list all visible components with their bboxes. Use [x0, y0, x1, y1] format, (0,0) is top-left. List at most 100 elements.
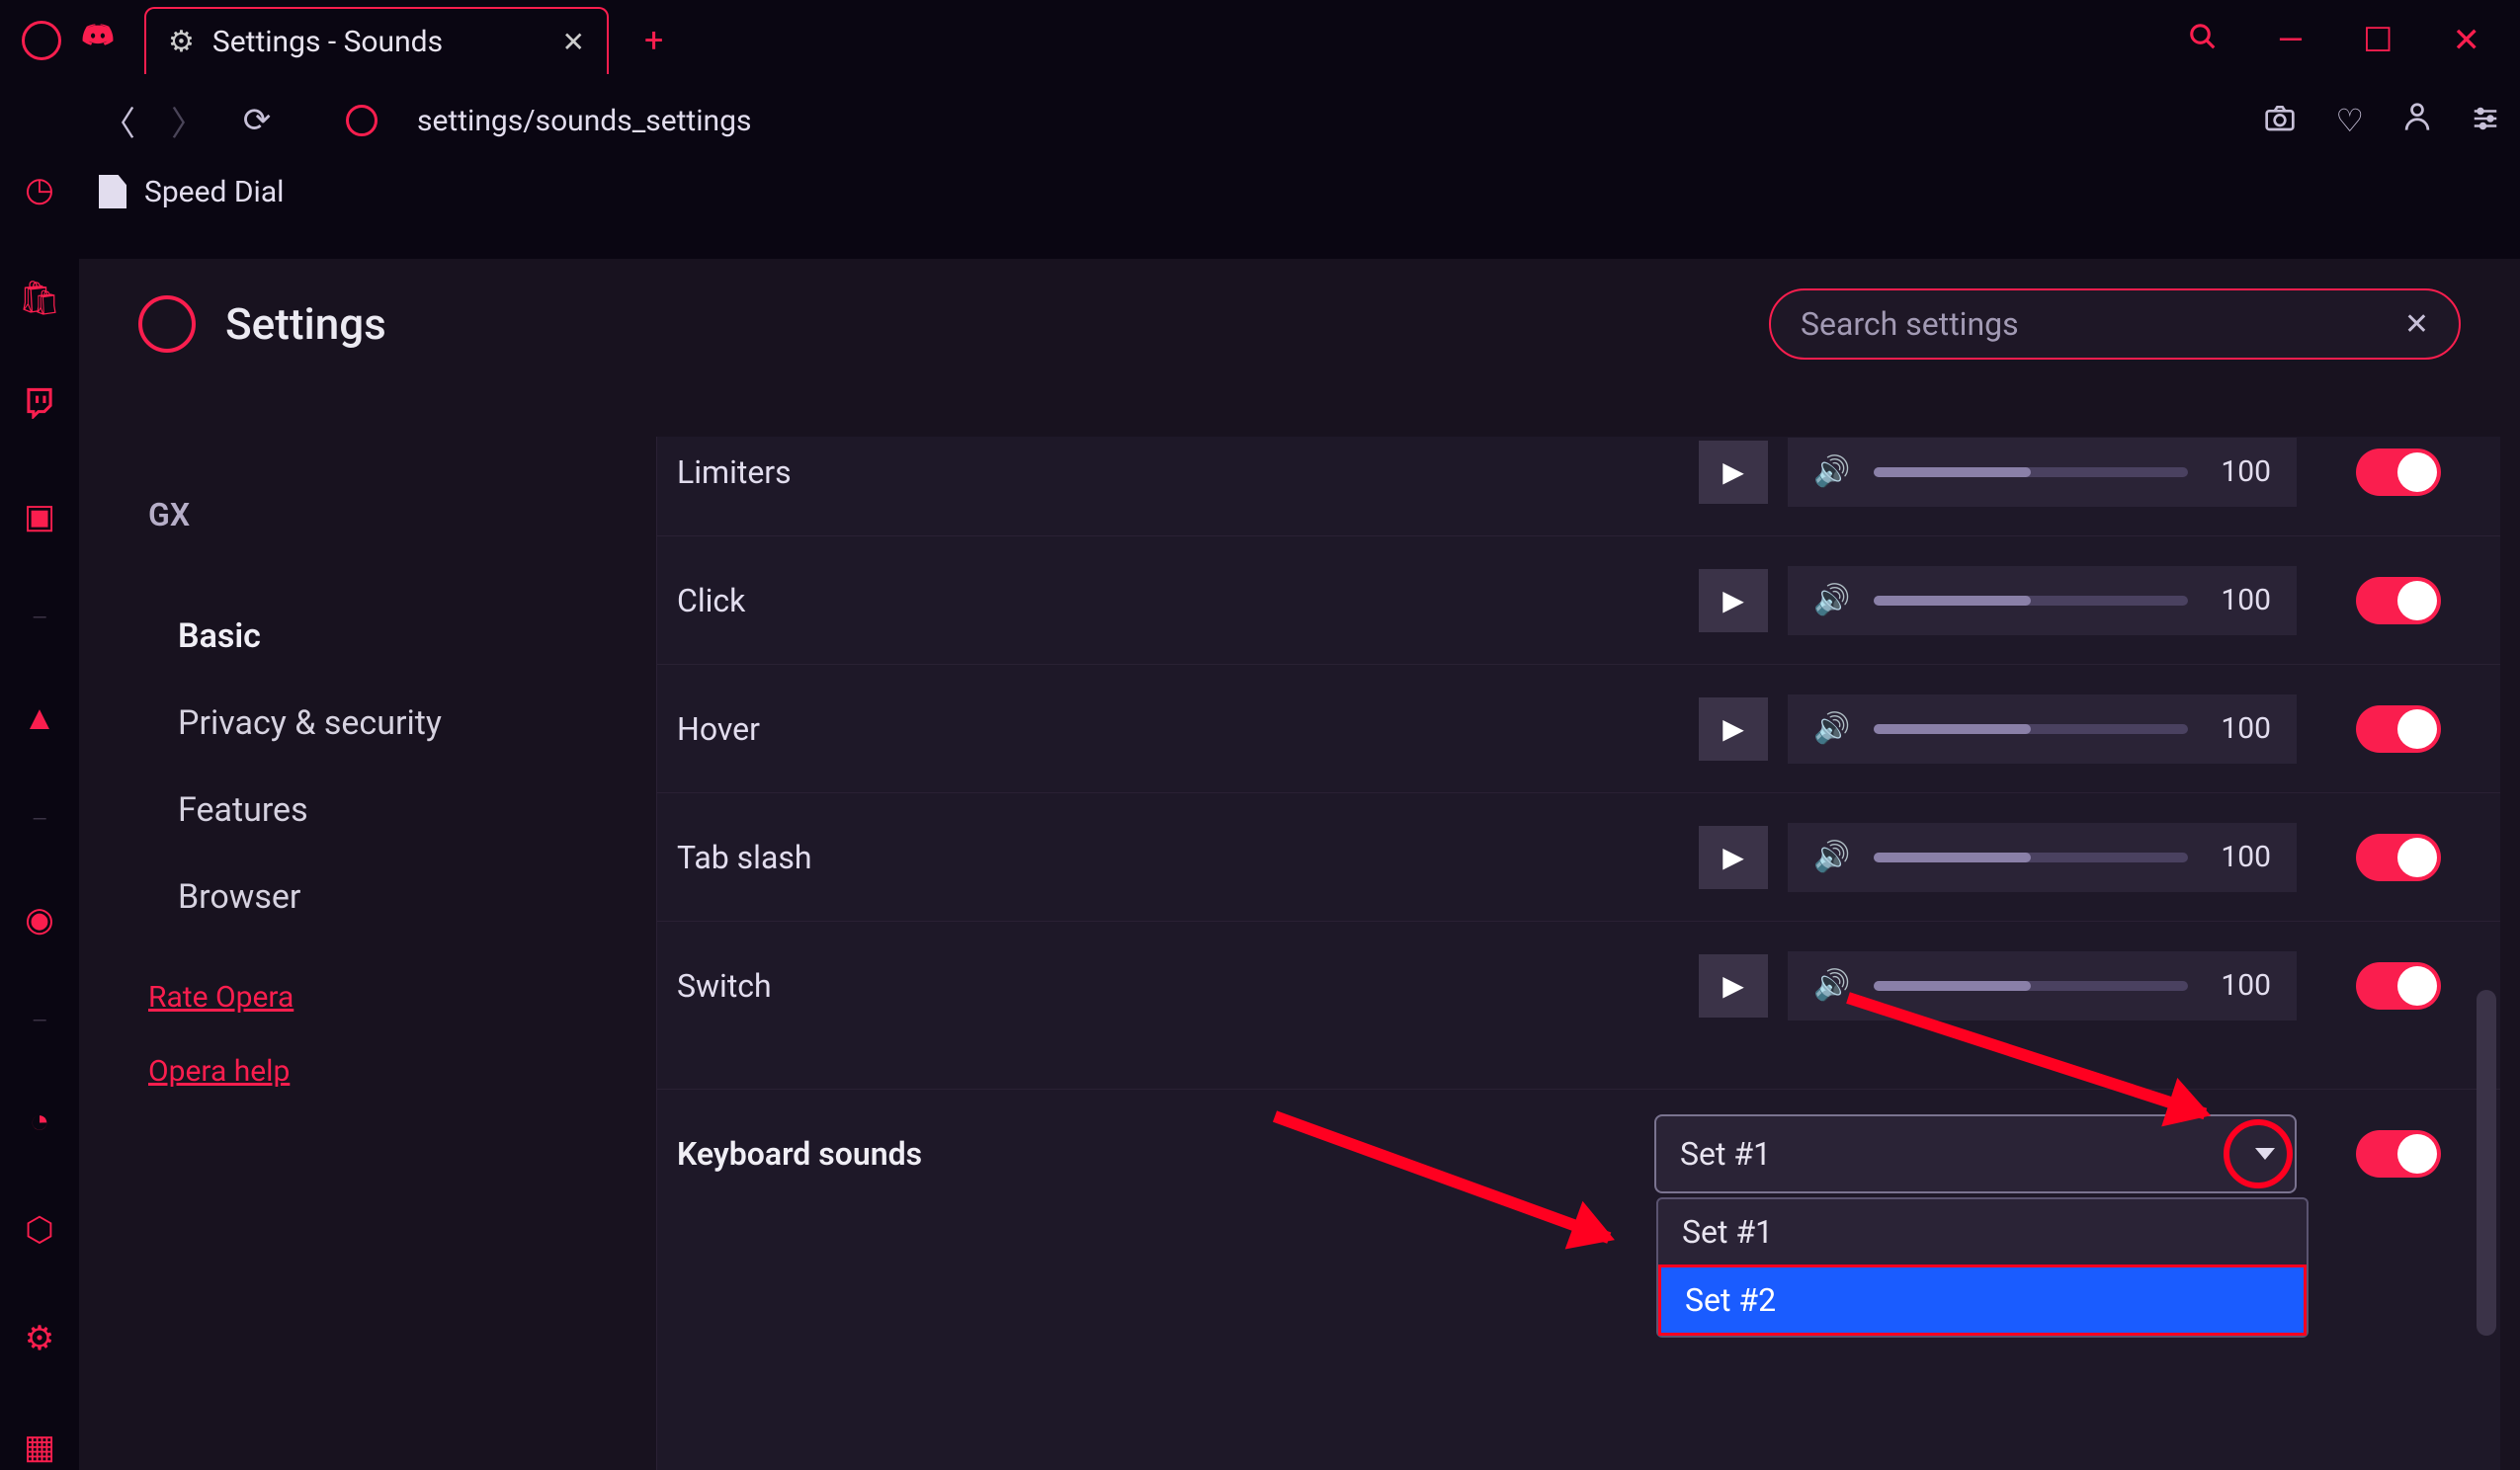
speaker-icon: 🔊	[1813, 968, 1850, 1003]
speaker-icon: 🔊	[1813, 840, 1850, 874]
play-button[interactable]: ▶	[1699, 954, 1768, 1018]
forward-button[interactable]: 〉	[168, 97, 208, 145]
volume-slider[interactable]	[1874, 467, 2188, 477]
bookmark-speed-dial[interactable]: Speed Dial	[144, 175, 284, 209]
profile-icon[interactable]	[2403, 102, 2431, 139]
scrollbar-thumb[interactable]	[2477, 990, 2496, 1336]
sound-row-switch: Switch ▶ 🔊 100	[657, 921, 2500, 1049]
volume-value: 100	[2212, 583, 2271, 617]
close-window-icon[interactable]: ✕	[2453, 21, 2481, 60]
sound-label: Limiters	[677, 453, 1679, 491]
left-rail: ◷ 🛍 ▣ — ▲ — ◉ — ◔ ⬡ ⚙ ▦	[0, 158, 79, 1470]
play-button[interactable]: ▶	[1699, 697, 1768, 761]
link-opera-help[interactable]: Opera help	[148, 1054, 656, 1089]
sidenav-item-browser[interactable]: Browser	[148, 854, 656, 940]
sound-toggle[interactable]	[2356, 962, 2441, 1010]
tab-title: Settings - Sounds	[212, 25, 545, 59]
volume-control: 🔊 100	[1788, 823, 2297, 892]
settings-logo-icon	[138, 295, 196, 353]
minimize-icon[interactable]: —	[2277, 21, 2304, 60]
speaker-icon: 🔊	[1813, 711, 1850, 746]
search-input[interactable]	[1801, 305, 2404, 343]
titlebar: ⚙ Settings - Sounds ✕ + — ☐ ✕	[0, 0, 2520, 81]
sidenav-item-privacy[interactable]: Privacy & security	[148, 680, 656, 767]
new-tab-button[interactable]: +	[644, 21, 663, 60]
gx-corner-icon[interactable]: 🛍	[18, 279, 60, 318]
sound-label: Click	[677, 582, 1679, 619]
volume-slider[interactable]	[1874, 853, 2188, 862]
rail-separator: —	[32, 606, 47, 629]
search-icon[interactable]	[2188, 21, 2218, 60]
discord-icon[interactable]	[81, 21, 115, 60]
easy-setup-icon[interactable]	[2471, 102, 2500, 139]
gx-control-icon[interactable]: ◷	[25, 170, 54, 209]
volume-control: 🔊 100	[1788, 694, 2297, 764]
volume-control: 🔊 100	[1788, 566, 2297, 635]
sidenav-section-gx: GX	[148, 496, 656, 533]
search-settings-field[interactable]: ✕	[1769, 288, 2461, 360]
dropdown-selected: Set #1	[1680, 1135, 1771, 1173]
gx-cleaner-icon[interactable]: ▣	[24, 497, 55, 536]
player-icon[interactable]: ◉	[25, 900, 54, 939]
flow-icon[interactable]: ▲	[23, 698, 56, 738]
window-controls: — ☐ ✕	[2188, 21, 2510, 60]
sidenav-item-features[interactable]: Features	[148, 767, 656, 854]
heart-icon[interactable]: ♡	[2335, 102, 2364, 139]
back-button[interactable]: 〈	[99, 97, 138, 145]
keyboard-sounds-label: Keyboard sounds	[677, 1135, 1635, 1173]
dropdown-option-set1[interactable]: Set #1	[1658, 1199, 2307, 1265]
settings-icon[interactable]: ⚙	[25, 1319, 54, 1358]
speaker-icon: 🔊	[1813, 454, 1850, 489]
settings-main: Settings ✕ GX Basic Privacy & security F…	[79, 259, 2520, 1470]
sound-row-hover: Hover ▶ 🔊 100	[657, 664, 2500, 792]
sound-label: Hover	[677, 710, 1679, 748]
page-icon	[99, 175, 126, 208]
keyboard-sounds-toggle[interactable]	[2356, 1130, 2441, 1178]
site-identity-icon[interactable]	[346, 105, 378, 136]
volume-control: 🔊 100	[1788, 438, 2297, 507]
keyboard-sounds-dropdown[interactable]: Set #1 Set #1 Set #2	[1654, 1114, 2297, 1193]
sound-toggle[interactable]	[2356, 705, 2441, 753]
volume-slider[interactable]	[1874, 724, 2188, 734]
dropdown-options: Set #1 Set #2	[1656, 1197, 2309, 1338]
volume-slider[interactable]	[1874, 596, 2188, 606]
dropdown-option-set2[interactable]: Set #2	[1658, 1265, 2307, 1336]
volume-value: 100	[2212, 840, 2271, 874]
volume-slider[interactable]	[1874, 981, 2188, 991]
volume-value: 100	[2212, 968, 2271, 1003]
history-icon[interactable]: ◔	[30, 1102, 50, 1141]
volume-control: 🔊 100	[1788, 951, 2297, 1021]
sound-label: Switch	[677, 967, 1679, 1005]
gear-icon: ⚙	[168, 25, 195, 59]
clear-search-icon[interactable]: ✕	[2404, 307, 2429, 342]
address-bar: 〈 〉 ⟳ settings/sounds_settings ♡	[0, 81, 2520, 160]
opera-gx-icon[interactable]	[22, 21, 61, 60]
sidenav-item-basic[interactable]: Basic	[148, 593, 656, 680]
bookmarks-bar: Speed Dial	[0, 160, 2520, 223]
sound-toggle[interactable]	[2356, 449, 2441, 496]
volume-value: 100	[2212, 454, 2271, 489]
settings-content: ▶ 🔊 100 Limiters ▶ 🔊 100 Click ▶ 🔊	[657, 437, 2500, 1470]
rail-separator: —	[32, 807, 47, 831]
snapshot-icon[interactable]	[2264, 102, 2296, 139]
link-rate-opera[interactable]: Rate Opera	[148, 980, 656, 1015]
settings-header: Settings ✕	[79, 259, 2520, 389]
url-text[interactable]: settings/sounds_settings	[417, 104, 751, 138]
maximize-icon[interactable]: ☐	[2363, 21, 2393, 60]
chevron-down-icon	[2255, 1148, 2275, 1160]
browser-tab[interactable]: ⚙ Settings - Sounds ✕	[144, 7, 609, 74]
play-button[interactable]: ▶	[1699, 826, 1768, 889]
play-button[interactable]: ▶	[1699, 569, 1768, 632]
close-tab-icon[interactable]: ✕	[562, 26, 585, 58]
play-button[interactable]: ▶	[1699, 441, 1768, 504]
extensions-icon[interactable]: ⬡	[25, 1210, 54, 1250]
sound-row-tab-slash: Tab slash ▶ 🔊 100	[657, 792, 2500, 921]
settings-title: Settings	[225, 298, 386, 350]
sound-toggle[interactable]	[2356, 577, 2441, 624]
twitch-icon[interactable]	[25, 387, 54, 428]
rail-separator: —	[32, 1009, 47, 1032]
sound-toggle[interactable]	[2356, 834, 2441, 881]
reload-button[interactable]: ⟳	[237, 101, 277, 140]
pinboards-icon[interactable]: ▦	[24, 1428, 55, 1467]
sound-label: Tab slash	[677, 839, 1679, 876]
